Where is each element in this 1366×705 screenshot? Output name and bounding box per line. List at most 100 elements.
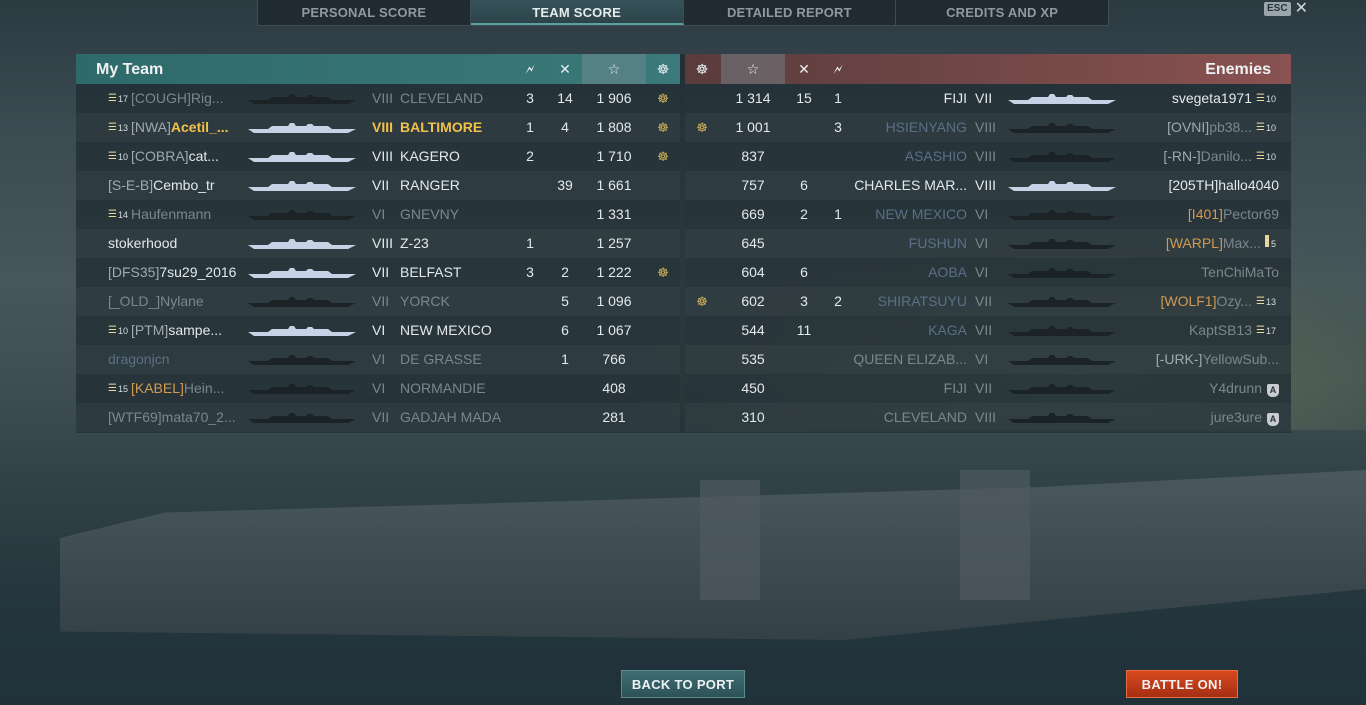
score-value: 1 906 — [596, 90, 632, 106]
ship-name: Z-23 — [400, 235, 429, 251]
ship-tier: VI — [372, 322, 386, 338]
rank-number: 14 — [117, 210, 128, 220]
ship-name: QUEEN ELIZAB... — [853, 351, 967, 367]
ship-silhouette-icon — [1003, 354, 1121, 365]
ship-tier: VIII — [372, 235, 394, 251]
ships-destroyed-icon: 🗲 — [833, 60, 843, 77]
planes-destroyed-value: 2 — [561, 264, 569, 280]
tab-personal-score[interactable]: PERSONAL SCORE — [258, 0, 471, 25]
table-row[interactable]: [S-E-B]Cembo_tr VII RANGER 39 1 661 — [76, 171, 680, 200]
table-row[interactable]: stokerhood VIII Z-23 1 1 257 — [76, 229, 680, 258]
player-name: mata70_2... — [161, 409, 236, 425]
ship-name: FIJI — [943, 380, 967, 396]
table-row[interactable]: ☸ 1 001 3 HSIENYANG VIII [OVNI]pb38... ☰ 10 — [685, 113, 1291, 142]
planes-destroyed-icon: ✕ — [798, 60, 810, 77]
ship-name: HSIENYANG — [885, 119, 967, 135]
ships-destroyed-value: 3 — [526, 90, 534, 106]
back-to-port-button[interactable]: BACK TO PORT — [621, 670, 745, 698]
planes-destroyed-value: 39 — [557, 177, 573, 193]
tab-detailed-report[interactable]: DETAILED REPORT — [684, 0, 897, 25]
score-value: 450 — [741, 380, 765, 396]
ship-name: FUSHUN — [908, 235, 967, 251]
close-button[interactable]: ESC ✕ — [1264, 0, 1308, 17]
ship-name: KAGA — [928, 322, 967, 338]
player-name: sampe... — [168, 322, 223, 338]
tab-team-score[interactable]: TEAM SCORE — [470, 0, 684, 25]
player-cell: dragonjcn — [108, 345, 248, 374]
rank-icon: ☰ — [108, 93, 117, 104]
rank-number: 13 — [1265, 297, 1276, 307]
player-name: Pector69 — [1222, 206, 1279, 222]
medal-icon: ☸ — [657, 265, 669, 280]
table-row[interactable]: [WTF69]mata70_2... VII GADJAH MADA 281 — [76, 403, 680, 432]
table-row[interactable]: 669 2 1 NEW MEXICO VI [I401]Pector69 — [685, 200, 1291, 229]
player-cell: ☰ 14 Haufenmann — [108, 200, 248, 230]
player-name: dragonjcn — [108, 351, 170, 367]
rank-icon: ☰ — [1256, 122, 1265, 133]
ship-silhouette-icon — [1003, 180, 1121, 191]
rank-icon: ☰ — [108, 325, 117, 336]
ship-silhouette-icon — [248, 354, 356, 365]
ship-silhouette-icon — [1003, 296, 1121, 307]
player-cell: [OVNI]pb38... ☰ 10 — [1125, 113, 1279, 143]
ship-tier: VIII — [372, 119, 394, 135]
table-row[interactable]: [_OLD_]Nylane VII YORCK 5 1 096 — [76, 287, 680, 316]
planes-destroyed-value: 2 — [800, 206, 808, 222]
table-row[interactable]: 604 6 AOBA VI TenChiMaTo — [685, 258, 1291, 287]
score-value: 281 — [602, 409, 626, 425]
ship-name: NEW MEXICO — [875, 206, 967, 222]
table-row[interactable]: ☰ 10 [COBRA]cat... VIII KAGERO 2 1 710 ☸ — [76, 142, 680, 171]
ship-tier: VIII — [975, 177, 997, 193]
ship-name: SHIRATSUYU — [877, 293, 967, 309]
ship-tier: VII — [372, 264, 390, 280]
score-value: 544 — [741, 322, 765, 338]
table-row[interactable]: 450 FIJI VII Y4drunn A — [685, 374, 1291, 403]
player-cell: [WARPL]Max... 5 — [1125, 229, 1279, 259]
rank-icon: ☰ — [1256, 151, 1265, 162]
table-row[interactable]: 757 6 CHARLES MAR... VIII [205TH]hallo4040 — [685, 171, 1291, 200]
planes-destroyed-value: 15 — [796, 90, 812, 106]
table-row[interactable]: 837 ASASHIO VIII [-RN-]Danilo... ☰ 10 — [685, 142, 1291, 171]
table-row[interactable]: 645 FUSHUN VI [WARPL]Max... 5 — [685, 229, 1291, 258]
ship-name: KAGERO — [400, 148, 460, 164]
rank-number: 10 — [1265, 94, 1276, 104]
table-row[interactable]: [DFS35]7su29_2016 VII BELFAST 3 2 1 222 ☸ — [76, 258, 680, 287]
table-row[interactable]: ☸ 602 3 2 SHIRATSUYU VII [WOLF1]Ozy... ☰ 13 — [685, 287, 1291, 316]
ship-silhouette-icon — [248, 383, 356, 394]
rank-icon: ☰ — [108, 122, 117, 133]
clan-tag: [DFS35] — [108, 264, 160, 280]
enemies-panel: ☸ ☆ ✕ 🗲 Enemies 1 314 15 1 FIJI VII svegeta19… — [685, 54, 1291, 433]
ship-silhouette-icon — [1003, 238, 1121, 249]
player-name: Ozy... — [1216, 293, 1253, 309]
table-row[interactable]: ☰ 13 [NWA]Acetil_... VIII BALTIMORE 1 4 1 808 ☸ — [76, 113, 680, 142]
table-row[interactable]: ☰ 14 Haufenmann VI GNEVNY 1 331 — [76, 200, 680, 229]
clan-tag: [WTF69] — [108, 409, 162, 425]
table-row[interactable]: ☰ 10 [PTM]sampe... VI NEW MEXICO 6 1 067 — [76, 316, 680, 345]
planes-destroyed-value: 6 — [800, 177, 808, 193]
table-row[interactable]: 1 314 15 1 FIJI VII svegeta1971 ☰ 10 — [685, 84, 1291, 113]
ship-tier: VI — [372, 380, 386, 396]
score-value: 535 — [741, 351, 765, 367]
player-name: Haufenmann — [130, 206, 212, 222]
close-icon: ✕ — [1294, 0, 1308, 17]
battle-on-button[interactable]: BATTLE ON! — [1126, 670, 1238, 698]
score-value: 1 222 — [596, 264, 632, 280]
ship-name: YORCK — [400, 293, 450, 309]
ship-silhouette-icon — [248, 412, 356, 423]
planes-destroyed-value: 6 — [800, 264, 808, 280]
table-row[interactable]: ☰ 17 [COUGH]Rig... VIII CLEVELAND 3 14 1 906 ☸ — [76, 84, 680, 113]
score-value: 310 — [741, 409, 765, 425]
player-name: Nylane — [160, 293, 204, 309]
ship-silhouette-icon — [1003, 325, 1121, 336]
table-row[interactable]: ☰ 15 [KABEL]Hein... VI NORMANDIE 408 — [76, 374, 680, 403]
ship-tier: VI — [975, 351, 989, 367]
score-star-icon: ☆ — [721, 54, 785, 84]
ship-silhouette-icon — [248, 296, 356, 307]
tab-credits-and-xp[interactable]: CREDITS AND XP — [896, 0, 1108, 25]
table-row[interactable]: 310 CLEVELAND VIII jure3ure A — [685, 403, 1291, 432]
ship-tier: VIII — [975, 148, 997, 164]
table-row[interactable]: dragonjcn VI DE GRASSE 1 766 — [76, 345, 680, 374]
score-value: 408 — [602, 380, 626, 396]
table-row[interactable]: 535 QUEEN ELIZAB... VI [-URK-]YellowSub... — [685, 345, 1291, 374]
table-row[interactable]: 544 11 KAGA VII KaptSB13 ☰ 17 — [685, 316, 1291, 345]
